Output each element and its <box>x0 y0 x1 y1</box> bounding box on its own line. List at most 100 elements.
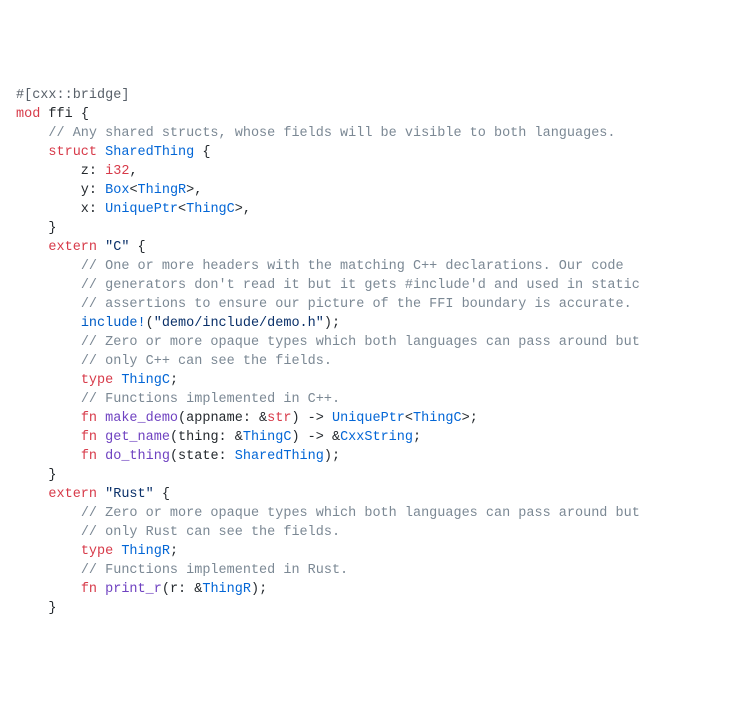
t: ThingC <box>121 373 170 388</box>
t: struct <box>48 145 97 160</box>
t: ThingR <box>138 183 187 198</box>
t: type <box>81 544 113 559</box>
t <box>16 240 48 255</box>
t: fn <box>81 411 97 426</box>
t: // Any shared structs, whose fields will… <box>48 126 615 141</box>
t: { <box>129 240 145 255</box>
t: fn <box>81 449 97 464</box>
t: (r: & <box>162 582 203 597</box>
t: // Functions implemented in C++. <box>81 392 340 407</box>
t: { <box>194 145 210 160</box>
t: str <box>267 411 291 426</box>
t: mod <box>16 107 40 122</box>
t: extern <box>48 240 97 255</box>
code-block: #[cxx::bridge]mod ffi { // Any shared st… <box>16 86 719 618</box>
t: "Rust" <box>105 487 154 502</box>
t: extern <box>48 487 97 502</box>
t: (thing: & <box>170 430 243 445</box>
t: ; <box>170 544 178 559</box>
t: // only C++ can see the fields. <box>81 354 332 369</box>
t <box>16 354 81 369</box>
t <box>97 449 105 464</box>
t: include! <box>81 316 146 331</box>
t: { <box>154 487 170 502</box>
t: // only Rust can see the fields. <box>81 525 340 540</box>
t: UniquePtr <box>332 411 405 426</box>
t: >, <box>186 183 202 198</box>
t: (state: <box>170 449 235 464</box>
t: >, <box>235 202 251 217</box>
t: < <box>129 183 137 198</box>
t <box>16 506 81 521</box>
t: ); <box>251 582 267 597</box>
t: ThingC <box>186 202 235 217</box>
t: // Zero or more opaque types which both … <box>81 506 640 521</box>
t <box>97 582 105 597</box>
t <box>16 525 81 540</box>
t: // One or more headers with the matching… <box>81 259 624 274</box>
t: ); <box>324 449 340 464</box>
t <box>16 430 81 445</box>
t: } <box>16 468 57 483</box>
t <box>16 297 81 312</box>
t <box>16 259 81 274</box>
t <box>97 430 105 445</box>
t <box>16 411 81 426</box>
t: Box <box>105 183 129 198</box>
t: ; <box>170 373 178 388</box>
t <box>16 335 81 350</box>
t: fn <box>81 430 97 445</box>
t: z: <box>16 164 105 179</box>
t: ffi { <box>40 107 89 122</box>
t: type <box>81 373 113 388</box>
t: ThingR <box>202 582 251 597</box>
t <box>16 145 48 160</box>
t <box>16 373 81 388</box>
t: ThingC <box>243 430 292 445</box>
t: make_demo <box>105 411 178 426</box>
t: x: <box>16 202 105 217</box>
t: CxxString <box>340 430 413 445</box>
t: ); <box>324 316 340 331</box>
t: #[cxx::bridge] <box>16 88 129 103</box>
t <box>97 145 105 160</box>
t: ; <box>413 430 421 445</box>
t: < <box>178 202 186 217</box>
t <box>16 582 81 597</box>
t: < <box>405 411 413 426</box>
t <box>16 563 81 578</box>
t: get_name <box>105 430 170 445</box>
t: // Functions implemented in Rust. <box>81 563 348 578</box>
t: i32 <box>105 164 129 179</box>
t: // assertions to ensure our picture of t… <box>81 297 632 312</box>
t: // Zero or more opaque types which both … <box>81 335 640 350</box>
t: >; <box>462 411 478 426</box>
t: ThingR <box>121 544 170 559</box>
t: ) -> <box>291 411 332 426</box>
t: } <box>16 601 57 616</box>
t <box>97 411 105 426</box>
t: // generators don't read it but it gets … <box>81 278 640 293</box>
t: fn <box>81 582 97 597</box>
t: ( <box>146 316 154 331</box>
t <box>16 392 81 407</box>
t: SharedThing <box>235 449 324 464</box>
t <box>16 316 81 331</box>
t: } <box>16 221 57 236</box>
t <box>97 240 105 255</box>
t <box>16 126 48 141</box>
t <box>16 278 81 293</box>
t <box>16 544 81 559</box>
t: print_r <box>105 582 162 597</box>
t: ) -> & <box>291 430 340 445</box>
t: SharedThing <box>105 145 194 160</box>
t: do_thing <box>105 449 170 464</box>
t <box>16 487 48 502</box>
t: ThingC <box>413 411 462 426</box>
t: UniquePtr <box>105 202 178 217</box>
t: (appname: & <box>178 411 267 426</box>
t: "demo/include/demo.h" <box>154 316 324 331</box>
t <box>16 449 81 464</box>
t: y: <box>16 183 105 198</box>
t: , <box>129 164 137 179</box>
